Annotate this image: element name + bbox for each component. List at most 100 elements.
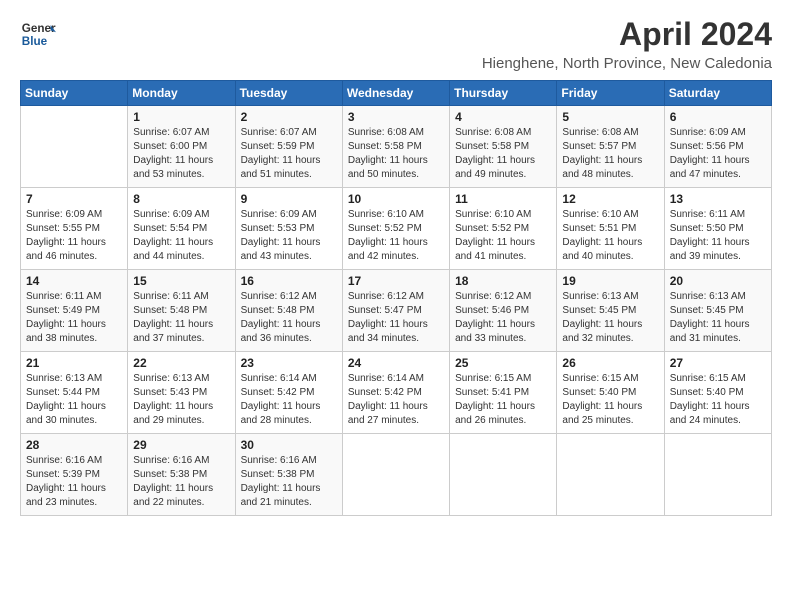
day-number: 4: [455, 110, 551, 124]
page: General Blue April 2024 Hienghene, North…: [0, 0, 792, 526]
day-info: Sunrise: 6:15 AM Sunset: 5:40 PM Dayligh…: [562, 372, 658, 428]
day-info: Sunrise: 6:16 AM Sunset: 5:38 PM Dayligh…: [241, 454, 337, 510]
day-info: Sunrise: 6:16 AM Sunset: 5:39 PM Dayligh…: [26, 454, 122, 510]
week-row-5: 28 Sunrise: 6:16 AM Sunset: 5:39 PM Dayli…: [21, 434, 772, 516]
day-info: Sunrise: 6:12 AM Sunset: 5:47 PM Dayligh…: [348, 290, 444, 346]
day-info: Sunrise: 6:10 AM Sunset: 5:52 PM Dayligh…: [348, 208, 444, 264]
day-info: Sunrise: 6:08 AM Sunset: 5:57 PM Dayligh…: [562, 126, 658, 182]
day-number: 20: [670, 274, 766, 288]
day-info: Sunrise: 6:13 AM Sunset: 5:45 PM Dayligh…: [562, 290, 658, 346]
day-number: 26: [562, 356, 658, 370]
calendar-cell: 30 Sunrise: 6:16 AM Sunset: 5:38 PM Dayli…: [235, 434, 342, 516]
header-wednesday: Wednesday: [342, 81, 449, 106]
location-title: Hienghene, North Province, New Caledonia: [482, 55, 772, 72]
logo: General Blue: [20, 16, 56, 52]
calendar-cell: 9Sunrise: 6:09 AM Sunset: 5:53 PM Daylig…: [235, 188, 342, 270]
week-row-4: 21 Sunrise: 6:13 AM Sunset: 5:44 PM Dayli…: [21, 352, 772, 434]
calendar-cell: [664, 434, 771, 516]
calendar-cell: 6 Sunrise: 6:09 AM Sunset: 5:56 PM Daylig…: [664, 106, 771, 188]
day-info: Sunrise: 6:09 AM Sunset: 5:54 PM Dayligh…: [133, 208, 229, 264]
week-row-2: 7Sunrise: 6:09 AM Sunset: 5:55 PM Daylig…: [21, 188, 772, 270]
week-row-1: 1Sunrise: 6:07 AM Sunset: 6:00 PM Daylig…: [21, 106, 772, 188]
day-number: 2: [241, 110, 337, 124]
day-number: 7: [26, 192, 122, 206]
day-number: 19: [562, 274, 658, 288]
calendar-cell: 23 Sunrise: 6:14 AM Sunset: 5:42 PM Dayli…: [235, 352, 342, 434]
calendar-cell: [450, 434, 557, 516]
day-info: Sunrise: 6:07 AM Sunset: 5:59 PM Dayligh…: [241, 126, 337, 182]
day-number: 6: [670, 110, 766, 124]
day-number: 23: [241, 356, 337, 370]
day-info: Sunrise: 6:16 AM Sunset: 5:38 PM Dayligh…: [133, 454, 229, 510]
logo-icon: General Blue: [20, 16, 56, 52]
week-row-3: 14 Sunrise: 6:11 AM Sunset: 5:49 PM Dayli…: [21, 270, 772, 352]
day-number: 28: [26, 438, 122, 452]
day-number: 27: [670, 356, 766, 370]
calendar-cell: 5 Sunrise: 6:08 AM Sunset: 5:57 PM Daylig…: [557, 106, 664, 188]
day-info: Sunrise: 6:10 AM Sunset: 5:52 PM Dayligh…: [455, 208, 551, 264]
day-info: Sunrise: 6:11 AM Sunset: 5:49 PM Dayligh…: [26, 290, 122, 346]
day-info: Sunrise: 6:11 AM Sunset: 5:50 PM Dayligh…: [670, 208, 766, 264]
calendar-cell: 24 Sunrise: 6:14 AM Sunset: 5:42 PM Dayli…: [342, 352, 449, 434]
day-number: 21: [26, 356, 122, 370]
day-number: 15: [133, 274, 229, 288]
day-number: 24: [348, 356, 444, 370]
calendar-cell: 2 Sunrise: 6:07 AM Sunset: 5:59 PM Daylig…: [235, 106, 342, 188]
day-number: 10: [348, 192, 444, 206]
header-sunday: Sunday: [21, 81, 128, 106]
day-info: Sunrise: 6:09 AM Sunset: 5:56 PM Dayligh…: [670, 126, 766, 182]
calendar-cell: 16Sunrise: 6:12 AM Sunset: 5:48 PM Dayli…: [235, 270, 342, 352]
calendar-cell: 26 Sunrise: 6:15 AM Sunset: 5:40 PM Dayli…: [557, 352, 664, 434]
day-number: 25: [455, 356, 551, 370]
title-area: April 2024 Hienghene, North Province, Ne…: [482, 16, 772, 72]
month-title: April 2024: [482, 16, 772, 53]
day-number: 17: [348, 274, 444, 288]
day-info: Sunrise: 6:08 AM Sunset: 5:58 PM Dayligh…: [455, 126, 551, 182]
day-info: Sunrise: 6:07 AM Sunset: 6:00 PM Dayligh…: [133, 126, 229, 182]
calendar-cell: 3Sunrise: 6:08 AM Sunset: 5:58 PM Daylig…: [342, 106, 449, 188]
calendar-cell: 12 Sunrise: 6:10 AM Sunset: 5:51 PM Dayli…: [557, 188, 664, 270]
calendar-cell: 28 Sunrise: 6:16 AM Sunset: 5:39 PM Dayli…: [21, 434, 128, 516]
calendar-cell: 10 Sunrise: 6:10 AM Sunset: 5:52 PM Dayli…: [342, 188, 449, 270]
day-info: Sunrise: 6:13 AM Sunset: 5:44 PM Dayligh…: [26, 372, 122, 428]
day-info: Sunrise: 6:15 AM Sunset: 5:41 PM Dayligh…: [455, 372, 551, 428]
day-number: 14: [26, 274, 122, 288]
day-info: Sunrise: 6:14 AM Sunset: 5:42 PM Dayligh…: [241, 372, 337, 428]
header-thursday: Thursday: [450, 81, 557, 106]
day-number: 22: [133, 356, 229, 370]
day-info: Sunrise: 6:11 AM Sunset: 5:48 PM Dayligh…: [133, 290, 229, 346]
day-info: Sunrise: 6:12 AM Sunset: 5:46 PM Dayligh…: [455, 290, 551, 346]
day-number: 9: [241, 192, 337, 206]
calendar-cell: 29 Sunrise: 6:16 AM Sunset: 5:38 PM Dayli…: [128, 434, 235, 516]
calendar-cell: 1Sunrise: 6:07 AM Sunset: 6:00 PM Daylig…: [128, 106, 235, 188]
svg-text:Blue: Blue: [22, 35, 48, 48]
calendar-cell: 18Sunrise: 6:12 AM Sunset: 5:46 PM Dayli…: [450, 270, 557, 352]
day-number: 8: [133, 192, 229, 206]
day-info: Sunrise: 6:13 AM Sunset: 5:45 PM Dayligh…: [670, 290, 766, 346]
calendar-cell: 13Sunrise: 6:11 AM Sunset: 5:50 PM Dayli…: [664, 188, 771, 270]
calendar-cell: 7Sunrise: 6:09 AM Sunset: 5:55 PM Daylig…: [21, 188, 128, 270]
calendar-cell: 25 Sunrise: 6:15 AM Sunset: 5:41 PM Dayli…: [450, 352, 557, 434]
day-info: Sunrise: 6:10 AM Sunset: 5:51 PM Dayligh…: [562, 208, 658, 264]
header-saturday: Saturday: [664, 81, 771, 106]
calendar-header-row: SundayMondayTuesdayWednesdayThursdayFrid…: [21, 81, 772, 106]
calendar-table: SundayMondayTuesdayWednesdayThursdayFrid…: [20, 80, 772, 516]
calendar-cell: 11Sunrise: 6:10 AM Sunset: 5:52 PM Dayli…: [450, 188, 557, 270]
calendar-cell: 17 Sunrise: 6:12 AM Sunset: 5:47 PM Dayli…: [342, 270, 449, 352]
calendar-cell: 8 Sunrise: 6:09 AM Sunset: 5:54 PM Daylig…: [128, 188, 235, 270]
calendar-cell: 4 Sunrise: 6:08 AM Sunset: 5:58 PM Daylig…: [450, 106, 557, 188]
day-info: Sunrise: 6:08 AM Sunset: 5:58 PM Dayligh…: [348, 126, 444, 182]
day-number: 30: [241, 438, 337, 452]
calendar-cell: 15 Sunrise: 6:11 AM Sunset: 5:48 PM Dayli…: [128, 270, 235, 352]
calendar-cell: 20 Sunrise: 6:13 AM Sunset: 5:45 PM Dayli…: [664, 270, 771, 352]
calendar-cell: 14 Sunrise: 6:11 AM Sunset: 5:49 PM Dayli…: [21, 270, 128, 352]
day-info: Sunrise: 6:14 AM Sunset: 5:42 PM Dayligh…: [348, 372, 444, 428]
day-number: 12: [562, 192, 658, 206]
calendar-cell: 27Sunrise: 6:15 AM Sunset: 5:40 PM Dayli…: [664, 352, 771, 434]
header: General Blue April 2024 Hienghene, North…: [20, 16, 772, 72]
day-number: 29: [133, 438, 229, 452]
calendar-cell: 19 Sunrise: 6:13 AM Sunset: 5:45 PM Dayli…: [557, 270, 664, 352]
day-number: 16: [241, 274, 337, 288]
header-monday: Monday: [128, 81, 235, 106]
day-number: 5: [562, 110, 658, 124]
